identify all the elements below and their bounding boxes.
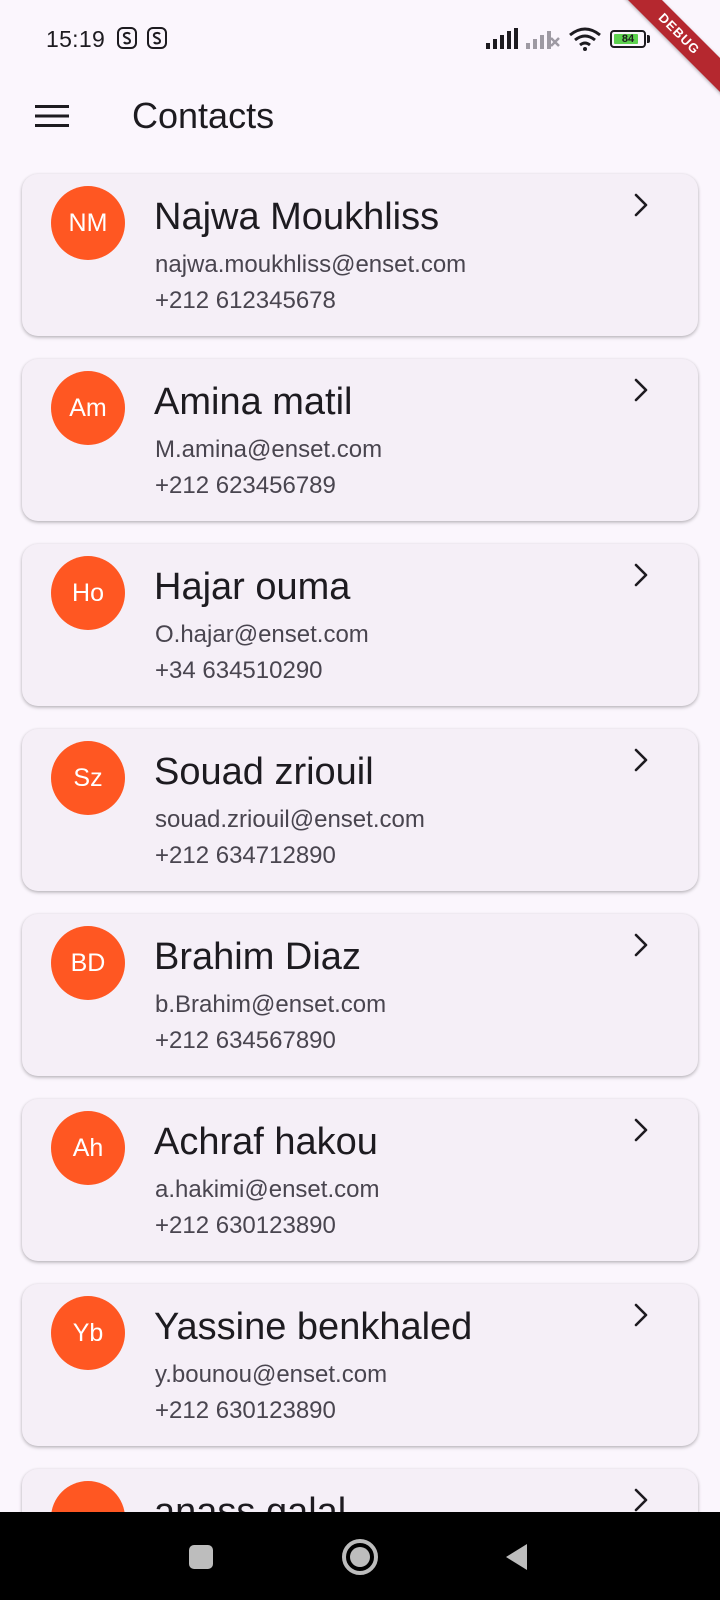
signal-off-icon xyxy=(526,31,560,49)
contact-name: anass galal xyxy=(154,1491,347,1512)
contact-email: a.hakimi@enset.com xyxy=(155,1176,380,1203)
contact-email: O.hajar@enset.com xyxy=(155,621,369,648)
contact-phone: +212 623456789 xyxy=(155,472,336,499)
back-icon xyxy=(506,1544,527,1570)
contact-phone: +212 630123890 xyxy=(155,1212,336,1239)
recents-icon xyxy=(189,1545,213,1569)
contact-name: Hajar ouma xyxy=(154,566,351,608)
contact-avatar: Ho xyxy=(51,556,125,630)
home-icon xyxy=(342,1539,378,1575)
contact-email: souad.zriouil@enset.com xyxy=(155,806,425,833)
menu-button[interactable] xyxy=(24,88,80,144)
signal-icon xyxy=(486,28,518,49)
chevron-right-icon[interactable] xyxy=(628,747,654,773)
contact-card[interactable]: Yb Yassine benkhaled y.bounou@enset.com +21… xyxy=(22,1284,698,1446)
contact-card[interactable]: Am Amina matil M.amina@enset.com +212 62345… xyxy=(22,359,698,521)
contact-email: M.amina@enset.com xyxy=(155,436,383,463)
contact-card[interactable]: BD Brahim Diaz b.Brahim@enset.com +212 6345… xyxy=(22,914,698,1076)
chevron-right-icon[interactable] xyxy=(628,1302,654,1328)
chevron-right-icon[interactable] xyxy=(628,1487,654,1512)
contact-avatar: Yb xyxy=(51,1296,125,1370)
contact-phone: +212 634712890 xyxy=(155,842,336,869)
contact-name: Yassine benkhaled xyxy=(154,1306,473,1348)
battery-icon: 84 xyxy=(610,30,646,48)
contact-name: Najwa Moukhliss xyxy=(154,196,440,238)
contact-avatar xyxy=(51,1481,125,1512)
contact-avatar: Ah xyxy=(51,1111,125,1185)
battery-level: 84 xyxy=(621,33,635,45)
contact-name: Amina matil xyxy=(154,381,353,423)
contact-card[interactable]: NM Najwa Moukhliss najwa.moukhliss@enset.c… xyxy=(22,174,698,336)
contact-name: Brahim Diaz xyxy=(154,936,361,978)
contact-phone: +34 634510290 xyxy=(155,657,323,684)
chevron-right-icon[interactable] xyxy=(628,562,654,588)
battery-nub xyxy=(647,35,650,43)
status-time: 15:19 xyxy=(46,26,106,52)
contact-email: najwa.moukhliss@enset.com xyxy=(155,251,467,278)
contact-phone: +212 612345678 xyxy=(155,287,336,314)
system-nav-bar xyxy=(0,1512,720,1600)
wifi-icon xyxy=(569,27,601,51)
contact-list[interactable]: NM Najwa Moukhliss najwa.moukhliss@enset.c… xyxy=(0,172,720,1512)
page-title: Contacts xyxy=(132,95,275,136)
contact-name: Souad zriouil xyxy=(154,751,374,793)
app-s-icon xyxy=(117,27,137,49)
contact-avatar: BD xyxy=(51,926,125,1000)
contact-phone: +212 634567890 xyxy=(155,1027,336,1054)
contact-email: y.bounou@enset.com xyxy=(155,1361,388,1388)
contact-phone: +212 630123890 xyxy=(155,1397,336,1424)
contact-card[interactable]: Ho Hajar ouma O.hajar@enset.com +34 6345102… xyxy=(22,544,698,706)
contact-avatar: NM xyxy=(51,186,125,260)
contact-card[interactable]: Ah Achraf hakou a.hakimi@enset.com +212 630… xyxy=(22,1099,698,1261)
contact-name: Achraf hakou xyxy=(154,1121,378,1163)
contact-avatar: Sz xyxy=(51,741,125,815)
chevron-right-icon[interactable] xyxy=(628,377,654,403)
chevron-right-icon[interactable] xyxy=(628,192,654,218)
home-button[interactable] xyxy=(335,1532,385,1582)
menu-icon xyxy=(35,105,69,127)
app-s-icon xyxy=(147,27,167,49)
contact-card[interactable]: Sz Souad zriouil souad.zriouil@enset.com +2… xyxy=(22,729,698,891)
recents-button[interactable] xyxy=(176,1532,226,1582)
contact-email: b.Brahim@enset.com xyxy=(155,991,387,1018)
chevron-right-icon[interactable] xyxy=(628,1117,654,1143)
back-button[interactable] xyxy=(492,1532,542,1582)
status-bar: 15:19 84 xyxy=(0,0,720,80)
contact-avatar: Am xyxy=(51,371,125,445)
chevron-right-icon[interactable] xyxy=(628,932,654,958)
contact-card[interactable]: anass galal xyxy=(22,1469,698,1512)
